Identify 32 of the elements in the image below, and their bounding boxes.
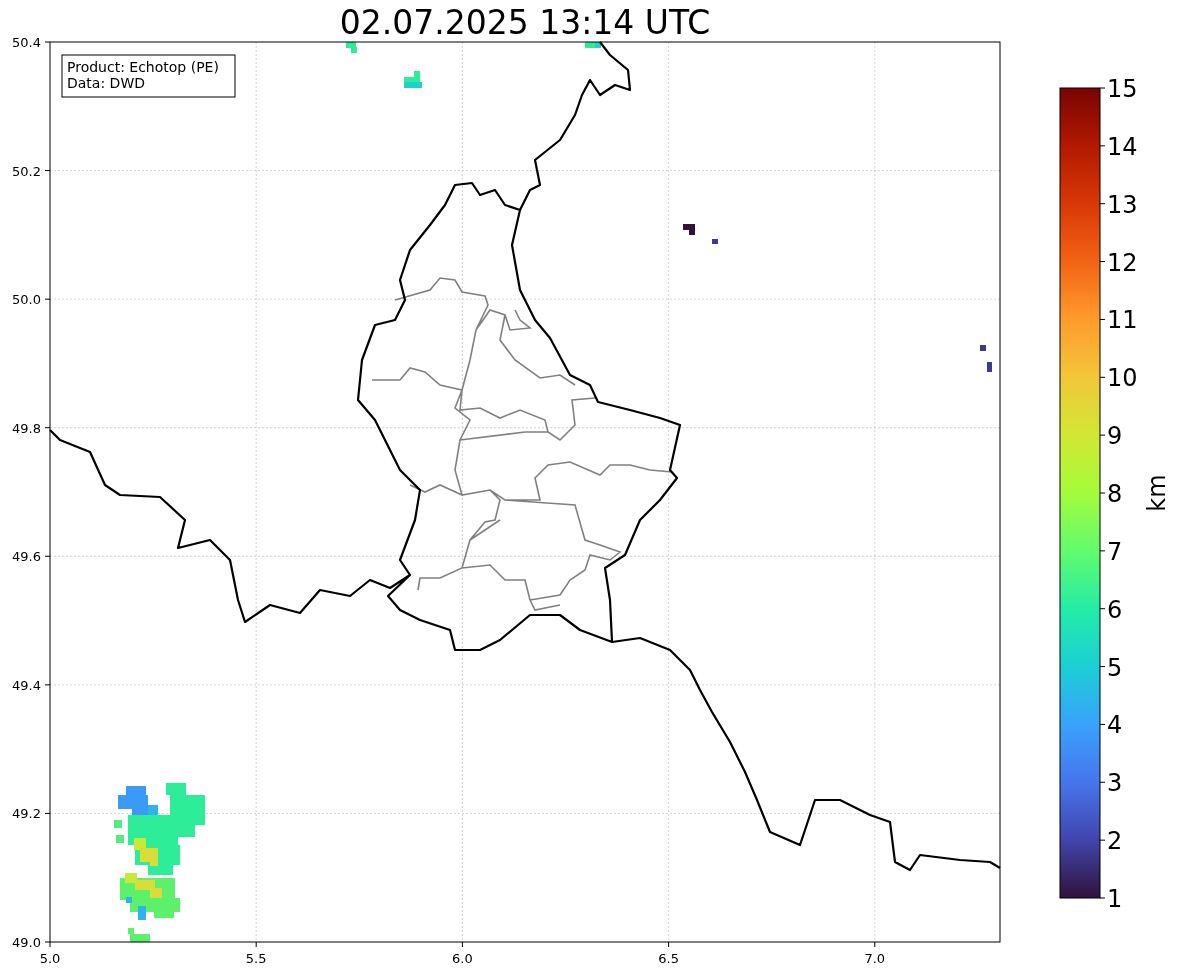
tick-label: 6.5	[658, 951, 679, 966]
tick-label: 1	[1107, 885, 1123, 913]
tick-label: 50.0	[12, 292, 41, 308]
tick-label: 5	[1107, 653, 1123, 682]
tick-label: 50.2	[12, 163, 41, 179]
tick-label: 13	[1107, 190, 1138, 219]
tick-label: 5.0	[39, 951, 61, 966]
tick-label: 9	[1107, 422, 1123, 451]
legend-text: Product: Echotop (PE)	[67, 59, 219, 75]
tick-label: 10	[1107, 364, 1138, 393]
tick-label: 5.5	[245, 951, 267, 966]
tick-label: 49.6	[12, 549, 41, 565]
tick-label: 50.4	[12, 35, 41, 50]
colorbar-label: km	[1143, 474, 1171, 512]
tick-label: 7	[1107, 537, 1123, 566]
tick-label: 3	[1107, 769, 1123, 798]
tick-label: 11	[1107, 306, 1138, 335]
tick-label: 7.0	[864, 951, 886, 966]
tick-label: 8	[1107, 480, 1123, 508]
legend-text: Data: DWD	[67, 75, 145, 91]
tick-label: 49.8	[12, 420, 41, 436]
tick-label: 49.0	[12, 935, 41, 950]
tick-label: 49.2	[12, 806, 41, 822]
tick-label: 6	[1107, 595, 1123, 624]
tick-label: 49.4	[12, 677, 41, 693]
tick-label: 12	[1107, 248, 1138, 277]
tick-label: 6.0	[452, 951, 473, 966]
tick-label: 14	[1107, 132, 1138, 161]
tick-label: 15	[1107, 75, 1138, 103]
tick-label: 2	[1107, 827, 1123, 856]
chart-title: 02.07.2025 13:14 UTC	[339, 3, 711, 42]
tick-label: 4	[1107, 711, 1123, 740]
